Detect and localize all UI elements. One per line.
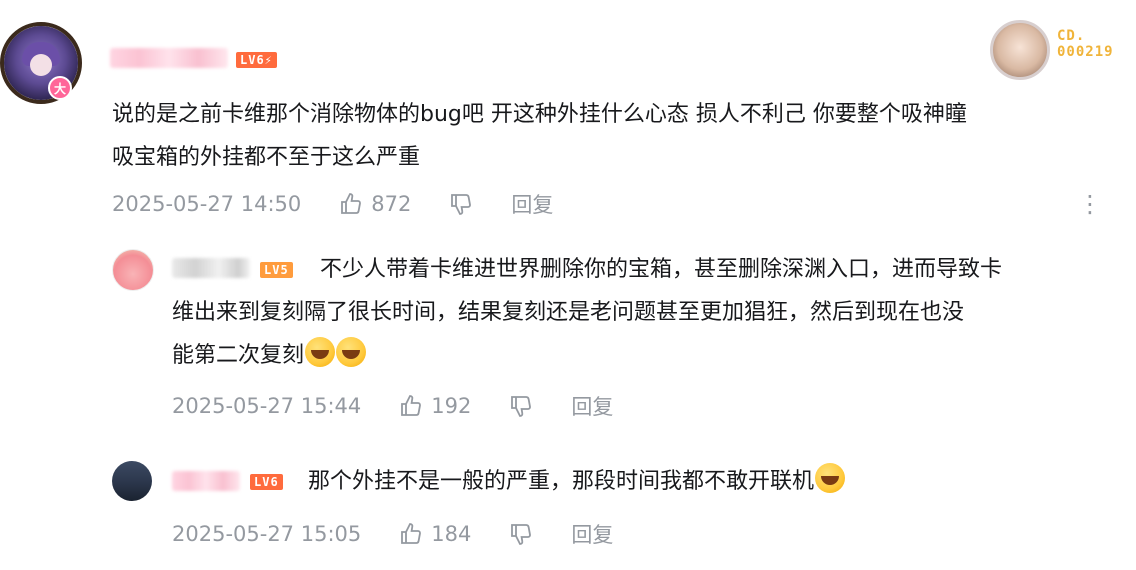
reply-avatar[interactable]	[112, 249, 154, 291]
reply-body: 那个外挂不是一般的严重，那段时间我都不敢开联机	[308, 460, 1108, 503]
username-blurred[interactable]	[172, 471, 240, 491]
dislike-button[interactable]	[509, 394, 533, 418]
thumbs-up-icon	[341, 193, 362, 214]
reply-meta: 2025-05-27 15:05 184 回复	[172, 518, 613, 550]
like-button[interactable]: 184	[399, 522, 471, 546]
thumbs-down-icon	[511, 524, 532, 545]
level-badge: LV6⚡	[236, 52, 277, 68]
level-badge: LV6	[250, 474, 283, 490]
like-count: 192	[431, 394, 472, 418]
cry-laugh-emoji	[336, 337, 367, 367]
decoration-avatar	[990, 20, 1050, 80]
reply-button[interactable]: 回复	[571, 391, 613, 421]
decoration-card: CD. 000219	[1057, 28, 1114, 60]
reply-body: 不少人带着卡维进世界删除你的宝箱，甚至删除深渊入口，进而导致卡 维出来到复刻隔了…	[172, 257, 1003, 368]
comment-date: 2025-05-27 14:50	[112, 192, 302, 216]
like-count: 184	[431, 522, 472, 546]
like-button[interactable]: 872	[339, 192, 411, 216]
dislike-button[interactable]	[449, 192, 473, 216]
reply-button[interactable]: 回复	[571, 519, 613, 549]
reply-avatar[interactable]	[112, 461, 152, 501]
cry-laugh-emoji	[305, 337, 336, 367]
thumbs-down-icon	[511, 396, 532, 417]
reply-meta: 2025-05-27 15:44 192 回复	[172, 390, 613, 422]
like-button[interactable]: 192	[399, 394, 471, 418]
cry-laugh-emoji	[815, 463, 846, 493]
reply-date: 2025-05-27 15:44	[172, 394, 362, 418]
username-blurred[interactable]	[110, 48, 228, 68]
reply-date: 2025-05-27 15:05	[172, 522, 362, 546]
comment-body: 说的是之前卡维那个消除物体的bug吧 开这种外挂什么心态 损人不利己 你要整个吸…	[112, 102, 967, 170]
vip-badge: 大	[48, 76, 72, 100]
dislike-button[interactable]	[509, 522, 533, 546]
more-vertical-icon[interactable]: ⋮	[1078, 192, 1102, 216]
thumbs-down-icon	[451, 194, 472, 215]
thumbs-up-icon	[401, 395, 422, 416]
thumbs-up-icon	[401, 523, 422, 544]
comment-meta: 2025-05-27 14:50 872 回复 ⋮	[112, 188, 1102, 220]
like-count: 872	[371, 192, 412, 216]
reply-button[interactable]: 回复	[511, 189, 553, 219]
